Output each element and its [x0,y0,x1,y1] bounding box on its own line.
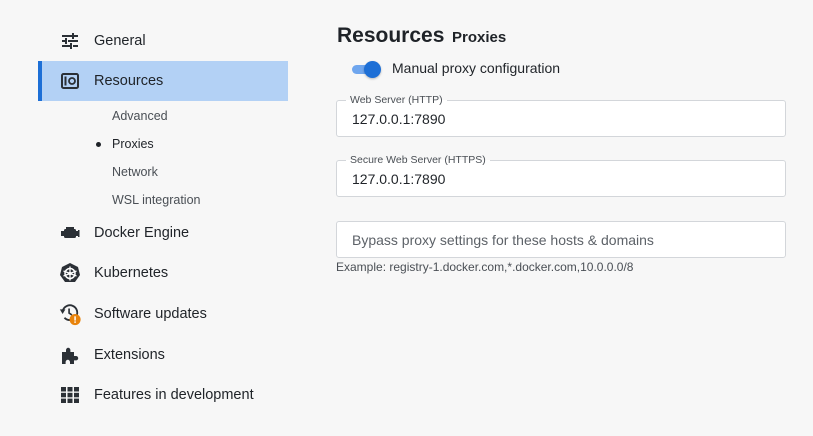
sidebar-item-resources[interactable]: Resources [38,61,288,101]
toggle-knob [364,61,381,78]
sidebar-item-label: Docker Engine [94,225,190,241]
puzzle-icon [58,343,82,367]
sidebar-item-software-updates[interactable]: Software updates [38,294,288,334]
https-proxy-field: Secure Web Server (HTTPS) [336,153,786,197]
resources-icon [58,69,82,93]
sidebar-item-label: Features in development [94,387,254,403]
sidebar-item-label: General [94,33,146,49]
sidebar-item-label: Extensions [94,347,165,363]
settings-window: General Resources Advanced Proxies Netwo… [0,0,813,436]
software-updates-icon [58,302,82,326]
manual-proxy-toggle[interactable] [350,60,382,78]
sidebar-item-kubernetes[interactable]: Kubernetes [38,253,288,293]
sliders-icon [58,29,82,53]
page-title: Resources [337,24,445,47]
current-bullet-icon [96,142,101,147]
bypass-hint: Example: registry-1.docker.com,*.docker.… [336,260,634,274]
http-proxy-field: Web Server (HTTP) [336,93,786,137]
sidebar-subitem-label: Proxies [112,137,154,151]
grid-icon [58,383,82,407]
sidebar-subitem-proxies[interactable]: Proxies [96,135,154,153]
sidebar-item-label: Software updates [94,306,207,322]
settings-sidebar: General Resources Advanced Proxies Netwo… [0,0,300,436]
bypass-proxy-input[interactable] [337,222,785,257]
sidebar-item-label: Resources [94,73,164,89]
manual-proxy-label: Manual proxy configuration [392,60,561,76]
manual-proxy-row: Manual proxy configuration [350,59,560,79]
sidebar-item-general[interactable]: General [38,21,288,61]
https-proxy-input[interactable] [337,161,785,196]
http-proxy-input[interactable] [337,101,785,136]
sidebar-item-label: Kubernetes [94,265,169,281]
kubernetes-icon [58,261,82,285]
sidebar-item-docker-engine[interactable]: Docker Engine [38,213,288,253]
sidebar-item-extensions[interactable]: Extensions [38,335,288,375]
sidebar-item-features-in-development[interactable]: Features in development [38,375,288,415]
sidebar-subitem-wsl-integration[interactable]: WSL integration [112,191,200,209]
sidebar-subitem-network[interactable]: Network [112,163,158,181]
docker-engine-icon [58,221,82,245]
page-subtitle: Proxies [452,29,507,46]
bypass-proxy-field [336,221,786,258]
sidebar-subitem-advanced[interactable]: Advanced [112,107,168,125]
